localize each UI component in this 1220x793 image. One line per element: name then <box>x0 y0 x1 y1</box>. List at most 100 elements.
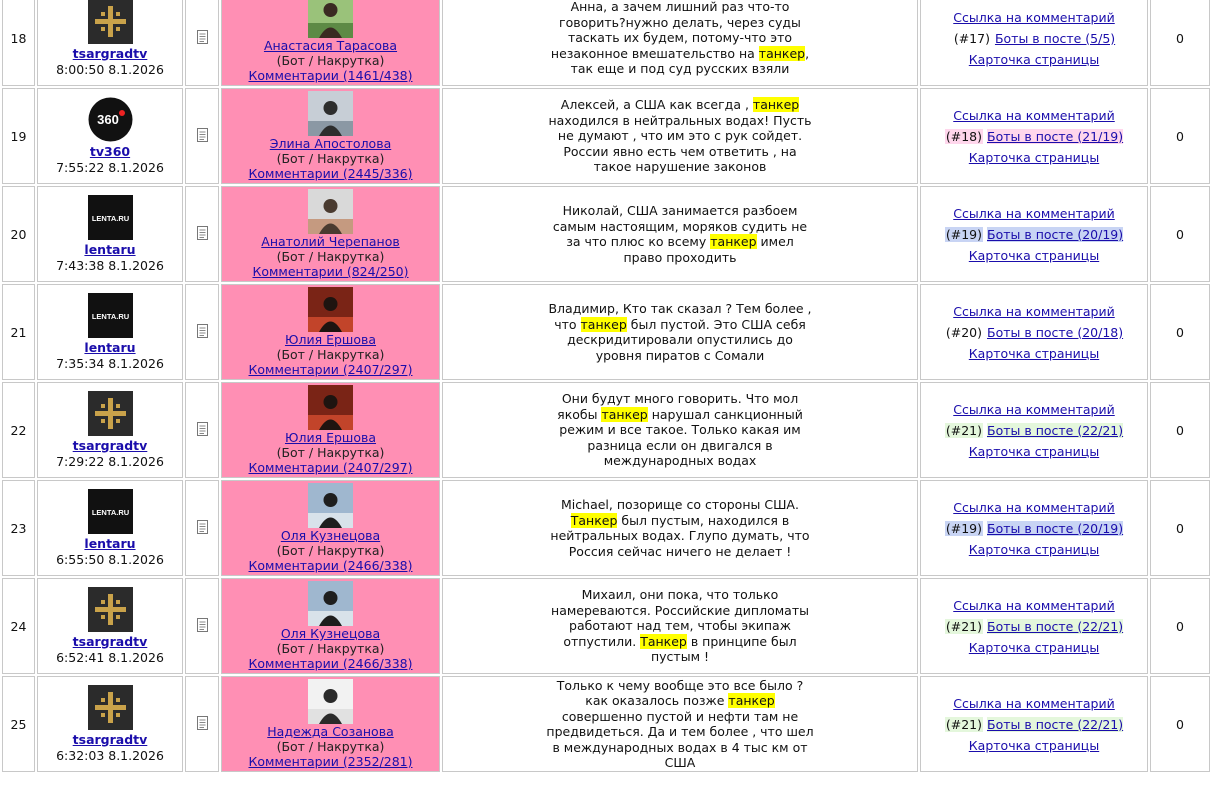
author-name-link[interactable]: Юлия Ершова <box>222 332 439 347</box>
page-card-link[interactable]: Карточка страницы <box>921 343 1147 364</box>
bots-in-post-link[interactable]: Боты в посте (22/21) <box>987 422 1124 438</box>
document-cell <box>185 676 219 772</box>
document-icon[interactable] <box>196 421 208 436</box>
page-card-link[interactable]: Карточка страницы <box>921 637 1147 658</box>
author-avatar[interactable] <box>308 189 353 234</box>
author-avatar[interactable] <box>308 287 353 332</box>
lenta-logo-icon: LENTA.RU <box>87 194 133 240</box>
count-cell: 0 <box>1150 578 1210 674</box>
bots-line: (#19) Боты в посте (20/19) <box>921 224 1147 245</box>
source-name-link[interactable]: lentaru <box>38 340 182 356</box>
user-photo-icon <box>308 483 353 528</box>
page-card-link[interactable]: Карточка страницы <box>921 147 1147 168</box>
bots-in-post-link[interactable]: Боты в посте (20/19) <box>987 226 1124 242</box>
bots-in-post-link[interactable]: Боты в посте (22/21) <box>987 716 1124 732</box>
links-cell: Ссылка на комментарий (#19) Боты в посте… <box>920 186 1148 282</box>
author-comments-link[interactable]: Комментарии (824/250) <box>222 264 439 279</box>
source-logo[interactable] <box>87 586 133 632</box>
bots-in-post-link[interactable]: Боты в посте (5/5) <box>995 31 1115 46</box>
author-name-link[interactable]: Надежда Созанова <box>222 724 439 739</box>
comment-text: Анна, а зачем лишний раз что-то говорить… <box>550 0 810 77</box>
page-card-link[interactable]: Карточка страницы <box>921 49 1147 70</box>
page-card-link[interactable]: Карточка страницы <box>921 735 1147 756</box>
bots-line: (#21) Боты в посте (22/21) <box>921 714 1147 735</box>
source-name-link[interactable]: tsargradtv <box>38 732 182 748</box>
author-avatar[interactable] <box>308 385 353 430</box>
author-comments-link[interactable]: Комментарии (2407/297) <box>222 460 439 475</box>
source-logo[interactable]: LENTA.RU <box>87 292 133 338</box>
author-comments-link[interactable]: Комментарии (2445/336) <box>222 166 439 181</box>
bots-in-post-link[interactable]: Боты в посте (20/18) <box>987 325 1123 340</box>
row-number: 21 <box>2 284 35 380</box>
document-icon[interactable] <box>196 127 208 142</box>
source-logo[interactable] <box>87 390 133 436</box>
comment-link[interactable]: Ссылка на комментарий <box>921 203 1147 224</box>
source-name-link[interactable]: lentaru <box>38 242 182 258</box>
source-logo[interactable] <box>87 684 133 730</box>
source-name-link[interactable]: lentaru <box>38 536 182 552</box>
links-cell: Ссылка на комментарий (#21) Боты в посте… <box>920 676 1148 772</box>
document-icon[interactable] <box>196 29 208 44</box>
bots-in-post-link[interactable]: Боты в посте (21/19) <box>987 128 1124 144</box>
author-comments-link[interactable]: Комментарии (1461/438) <box>222 68 439 83</box>
author-avatar[interactable] <box>308 91 353 136</box>
document-icon[interactable] <box>196 715 208 730</box>
comment-link[interactable]: Ссылка на комментарий <box>921 399 1147 420</box>
page-card-link[interactable]: Карточка страницы <box>921 441 1147 462</box>
author-cell: Анастасия Тарасова (Бот / Накрутка) Комм… <box>221 0 440 86</box>
comment-link[interactable]: Ссылка на комментарий <box>921 497 1147 518</box>
tsargrad-logo-icon <box>87 0 133 44</box>
source-name-link[interactable]: tsargradtv <box>38 438 182 454</box>
author-comments-link[interactable]: Комментарии (2466/338) <box>222 558 439 573</box>
author-name-link[interactable]: Элина Апостолова <box>222 136 439 151</box>
author-avatar[interactable] <box>308 0 353 38</box>
author-comments-link[interactable]: Комментарии (2407/297) <box>222 362 439 377</box>
author-comments-link[interactable]: Комментарии (2466/338) <box>222 656 439 671</box>
author-avatar[interactable] <box>308 483 353 528</box>
author-name-link[interactable]: Оля Кузнецова <box>222 626 439 641</box>
author-name-link[interactable]: Анатолий Черепанов <box>222 234 439 249</box>
lenta-logo-icon: LENTA.RU <box>87 292 133 338</box>
source-logo[interactable] <box>87 0 133 44</box>
count-cell: 0 <box>1150 284 1210 380</box>
comment-link[interactable]: Ссылка на комментарий <box>921 7 1147 28</box>
author-cell: Оля Кузнецова (Бот / Накрутка) Комментар… <box>221 480 440 576</box>
comment-cell: Только к чему вообще это все было ? как … <box>442 676 918 772</box>
document-icon[interactable] <box>196 519 208 534</box>
comment-link[interactable]: Ссылка на комментарий <box>921 301 1147 322</box>
document-icon[interactable] <box>196 323 208 338</box>
page-card-link[interactable]: Карточка страницы <box>921 245 1147 266</box>
links-cell: Ссылка на комментарий (#18) Боты в посте… <box>920 88 1148 184</box>
table-row: 25 tsargradtv 6:32:03 8.1.2026 Надежда С… <box>2 676 1210 772</box>
author-comments-link[interactable]: Комментарии (2352/281) <box>222 754 439 769</box>
author-name-link[interactable]: Юлия Ершова <box>222 430 439 445</box>
source-name-link[interactable]: tsargradtv <box>38 46 182 62</box>
author-name-link[interactable]: Анастасия Тарасова <box>222 38 439 53</box>
author-avatar[interactable] <box>308 679 353 724</box>
bots-line: (#21) Боты в посте (22/21) <box>921 616 1147 637</box>
post-tag: (#17) <box>953 30 990 46</box>
document-icon[interactable] <box>196 225 208 240</box>
comment-link[interactable]: Ссылка на комментарий <box>921 595 1147 616</box>
page-card-link[interactable]: Карточка страницы <box>921 539 1147 560</box>
table-row: 20 LENTA.RU lentaru 7:43:38 8.1.2026 Ана… <box>2 186 1210 282</box>
comment-link[interactable]: Ссылка на комментарий <box>921 105 1147 126</box>
source-logo[interactable]: 360 <box>88 97 133 142</box>
author-role: (Бот / Накрутка) <box>276 151 385 166</box>
author-avatar[interactable] <box>308 581 353 626</box>
author-cell: Элина Апостолова (Бот / Накрутка) Коммен… <box>221 88 440 184</box>
svg-text:LENTA.RU: LENTA.RU <box>91 312 128 321</box>
source-logo[interactable]: LENTA.RU <box>87 194 133 240</box>
source-logo[interactable]: LENTA.RU <box>87 488 133 534</box>
links-cell: Ссылка на комментарий (#19) Боты в посте… <box>920 480 1148 576</box>
source-name-link[interactable]: tv360 <box>38 144 182 160</box>
comment-text: Алексей, а США как всегда , танкер наход… <box>548 97 812 175</box>
bots-in-post-link[interactable]: Боты в посте (20/19) <box>987 520 1124 536</box>
document-cell <box>185 284 219 380</box>
comment-link[interactable]: Ссылка на комментарий <box>921 693 1147 714</box>
bots-in-post-link[interactable]: Боты в посте (22/21) <box>987 618 1124 634</box>
document-icon[interactable] <box>196 617 208 632</box>
author-name-link[interactable]: Оля Кузнецова <box>222 528 439 543</box>
source-name-link[interactable]: tsargradtv <box>38 634 182 650</box>
keyword-highlight: Танкер <box>640 633 687 649</box>
